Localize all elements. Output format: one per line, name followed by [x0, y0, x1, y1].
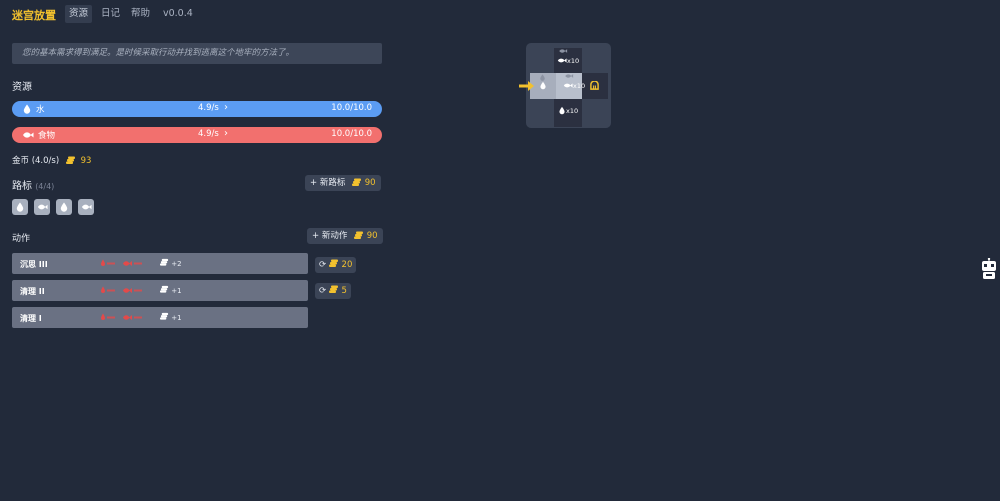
- loop-button[interactable]: ⟳ 20: [315, 257, 357, 273]
- loop-price: 20: [341, 260, 353, 270]
- coin-stack-icon: [160, 285, 169, 293]
- dungeon-map: x10 x10 x10: [526, 43, 611, 128]
- map-bottom-count: x10: [566, 107, 579, 115]
- exit-door-icon: [590, 81, 599, 90]
- water-cost-icon: [101, 286, 115, 293]
- action-reward: +2: [160, 258, 182, 268]
- resources-title: 资源: [12, 82, 32, 93]
- gold-label: 金币 (4.0/s): [12, 156, 60, 166]
- map-top-count: x10: [567, 57, 580, 65]
- plus-icon: +: [310, 178, 318, 188]
- action-row[interactable]: 清理 I +1: [12, 307, 308, 328]
- fish-icon: [37, 204, 48, 210]
- actions-title: 动作: [12, 234, 31, 244]
- waypoints-title: 路标 (4/4): [12, 177, 54, 192]
- water-name: 水: [36, 105, 45, 115]
- repeat-icon: ⟳: [319, 286, 327, 296]
- action-name: 清理 I: [20, 314, 42, 323]
- water-drop-icon: [60, 202, 68, 212]
- message-box: 您的基本需求得到满足。是时候采取行动并找到逃离这个地牢的方法了。: [12, 43, 382, 64]
- top-nav: 迷宫放置 资源 日记 帮助 v0.0.4: [0, 0, 1000, 28]
- version-label: v0.0.4: [163, 8, 193, 19]
- coin-stack-icon: [328, 259, 338, 267]
- action-row[interactable]: 清理 II +1: [12, 280, 308, 301]
- robot-avatar-icon[interactable]: [980, 258, 998, 280]
- new-action-label: 新动作: [321, 231, 348, 241]
- loop-price: 5: [341, 286, 347, 296]
- coin-stack-icon: [160, 312, 169, 320]
- food-amount: 10.0/10.0: [331, 129, 372, 139]
- water-drop-icon: [559, 106, 565, 115]
- loop-button[interactable]: ⟳ 5: [315, 283, 351, 299]
- waypoint-fish[interactable]: [34, 199, 50, 215]
- coin-stack-icon: [352, 178, 362, 186]
- tab-resources[interactable]: 资源: [65, 5, 93, 23]
- action-name: 清理 II: [20, 287, 45, 296]
- player-arrow-icon: [519, 81, 534, 91]
- water-rate: 4.9/s: [198, 103, 219, 113]
- water-drop-icon: [540, 74, 545, 81]
- gold-value: 93: [80, 156, 92, 166]
- action-row[interactable]: 沉思 III +2: [12, 253, 308, 274]
- food-rate: 4.9/s: [198, 129, 219, 139]
- water-resource-bar: 水 4.9/s › 10.0/10.0: [12, 101, 382, 117]
- fish-icon: [23, 132, 34, 138]
- new-action-price: 90: [366, 231, 378, 241]
- water-cost-icon: [101, 313, 115, 320]
- tab-diary[interactable]: 日记: [97, 5, 124, 23]
- action-reward: +1: [160, 285, 182, 295]
- coin-stack-icon: [328, 285, 338, 293]
- fish-icon: [557, 58, 567, 63]
- water-drop-icon: [16, 202, 24, 212]
- reward-value: +1: [171, 314, 182, 322]
- map-center-count: x10: [573, 82, 586, 90]
- app-title: 迷宫放置: [12, 9, 56, 22]
- reward-value: +1: [171, 287, 182, 295]
- action-reward: +1: [160, 312, 182, 322]
- fish-icon: [559, 49, 568, 53]
- chevron-right-icon[interactable]: ›: [224, 128, 228, 139]
- gold-line: 金币 (4.0/s) 93: [12, 154, 91, 166]
- fish-cost-icon: [123, 261, 142, 266]
- reward-value: +2: [171, 260, 182, 268]
- tab-help[interactable]: 帮助: [127, 5, 154, 23]
- coin-stack-icon: [65, 156, 75, 164]
- water-cost-icon: [101, 259, 115, 266]
- waypoints-label: 路标: [12, 181, 32, 192]
- repeat-icon: ⟳: [319, 260, 327, 270]
- plus-icon: +: [312, 231, 320, 241]
- new-action-button[interactable]: + 新动作 90: [307, 228, 383, 244]
- new-waypoint-button[interactable]: + 新路标 90: [305, 175, 381, 191]
- game-page: 迷宫放置 资源 日记 帮助 v0.0.4 您的基本需求得到满足。是时候采取行动并…: [0, 0, 1000, 501]
- coin-stack-icon: [354, 231, 364, 239]
- water-amount: 10.0/10.0: [331, 103, 372, 113]
- coin-stack-icon: [160, 258, 169, 266]
- fish-cost-icon: [123, 288, 142, 293]
- food-name: 食物: [38, 131, 56, 141]
- food-resource-bar: 食物 4.9/s › 10.0/10.0: [12, 127, 382, 143]
- waypoint-fish[interactable]: [78, 199, 94, 215]
- fish-icon: [81, 204, 92, 210]
- waypoint-water[interactable]: [56, 199, 72, 215]
- water-drop-icon: [23, 104, 31, 114]
- chevron-right-icon[interactable]: ›: [224, 102, 228, 113]
- new-waypoint-price: 90: [364, 178, 376, 188]
- fish-icon: [563, 83, 573, 88]
- water-drop-icon: [540, 81, 546, 90]
- fish-cost-icon: [123, 315, 142, 320]
- new-waypoint-label: 新路标: [319, 178, 346, 188]
- fish-icon: [565, 74, 574, 78]
- waypoint-water[interactable]: [12, 199, 28, 215]
- action-name: 沉思 III: [20, 260, 48, 269]
- waypoints-count: (4/4): [35, 182, 55, 191]
